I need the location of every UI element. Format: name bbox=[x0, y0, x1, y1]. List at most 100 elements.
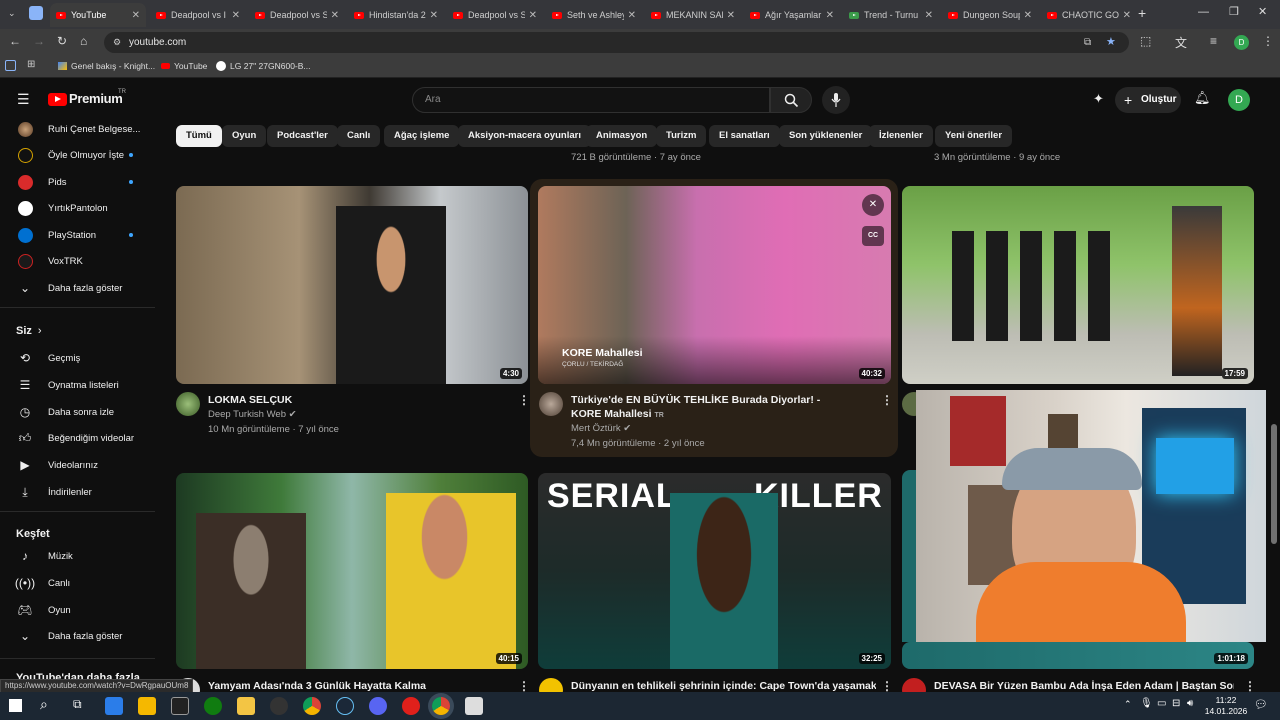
video-title[interactable]: DEVASA Bir Yüzen Bambu Ada İnşa Eden Ada… bbox=[934, 679, 1234, 693]
tab[interactable]: CHAOTIC GOD✕ bbox=[1041, 3, 1137, 27]
app-icon[interactable] bbox=[465, 697, 483, 715]
new-tab-icon[interactable]: + bbox=[1138, 5, 1146, 21]
search-icon[interactable]: ⌕ bbox=[40, 696, 48, 713]
profile-avatar[interactable]: D bbox=[1234, 35, 1249, 50]
store-icon[interactable] bbox=[138, 697, 156, 715]
hamburger-menu-icon[interactable]: ☰ bbox=[17, 91, 30, 108]
search-button[interactable] bbox=[770, 87, 812, 113]
video-title[interactable]: Dünyanın en tehlikeli şehrinin içinde: C… bbox=[571, 679, 876, 693]
premium-logo[interactable]: Premium bbox=[69, 91, 123, 106]
sidebar-item-liked[interactable]: 👍︎ Beğendiğim videolar bbox=[0, 425, 155, 451]
chip-all[interactable]: Tümü bbox=[176, 125, 222, 147]
page-scrollbar[interactable] bbox=[1271, 424, 1277, 544]
opera-icon[interactable] bbox=[402, 697, 420, 715]
chip[interactable]: Ağaç işleme bbox=[384, 125, 460, 147]
channel-avatar[interactable] bbox=[539, 392, 563, 416]
chip[interactable]: Animasyon bbox=[586, 125, 658, 147]
sidebar-channel[interactable]: PlayStation bbox=[0, 222, 155, 248]
chip[interactable]: El sanatları bbox=[709, 125, 780, 147]
sidebar-item-playlists[interactable]: ☰ Oynatma listeleri bbox=[0, 372, 155, 398]
chip[interactable]: İzlenenler bbox=[869, 125, 933, 147]
steam-icon[interactable] bbox=[336, 697, 354, 715]
install-icon[interactable]: ⧉ bbox=[1084, 32, 1091, 53]
video-thumbnail[interactable]: 40:15 bbox=[176, 473, 528, 669]
tab-search-icon[interactable]: ⌄ bbox=[8, 8, 16, 19]
search-input[interactable]: Ara bbox=[412, 87, 770, 113]
account-avatar[interactable]: D bbox=[1228, 89, 1250, 111]
sidebar-panel-icon[interactable] bbox=[5, 60, 16, 71]
volume-icon[interactable]: 🔊︎ bbox=[1187, 698, 1193, 709]
windows-start-icon[interactable] bbox=[9, 699, 22, 712]
edge-icon[interactable] bbox=[105, 697, 123, 715]
video-thumbnail[interactable]: 4:30 bbox=[176, 186, 528, 384]
chip[interactable]: Son yüklenenler bbox=[779, 125, 873, 147]
channel-name[interactable]: Deep Turkish Web ✔ bbox=[208, 409, 297, 420]
more-options-icon[interactable]: ⋮ bbox=[881, 393, 893, 407]
tab[interactable]: Trend - Turnu ✕ bbox=[843, 3, 939, 27]
section-heading-you[interactable]: Siz › bbox=[16, 325, 42, 337]
more-options-icon[interactable]: ⋮ bbox=[518, 679, 530, 693]
minimize-icon[interactable]: — bbox=[1198, 6, 1209, 18]
voice-search-button[interactable] bbox=[822, 86, 850, 114]
tab[interactable]: Hindistan'da 2 ✕ bbox=[348, 3, 444, 27]
xbox-icon[interactable] bbox=[204, 697, 222, 715]
clock-time[interactable]: 11:22 bbox=[1208, 695, 1244, 705]
chip[interactable]: Oyun bbox=[222, 125, 267, 147]
youtube-logo-icon[interactable] bbox=[48, 93, 67, 106]
bookmark-item[interactable]: LG 27" 27GN600-B... bbox=[216, 61, 311, 71]
captions-icon[interactable]: CC bbox=[862, 226, 884, 246]
tray-expand-icon[interactable]: ⌃ bbox=[1124, 699, 1132, 710]
chip[interactable]: Canlı bbox=[337, 125, 381, 147]
chip[interactable]: Podcast'ler bbox=[267, 125, 338, 147]
notifications-bell-icon[interactable]: 🔔︎ bbox=[1194, 90, 1211, 106]
tab[interactable]: Dungeon Soup ✕ bbox=[942, 3, 1038, 27]
sidebar-show-more[interactable]: ⌄ Daha fazla göster bbox=[0, 623, 155, 649]
tab[interactable]: Ağır Yaşamlar ✕ bbox=[744, 3, 840, 27]
apps-icon[interactable]: ⊞ bbox=[27, 59, 35, 70]
reload-icon[interactable]: ↻ bbox=[57, 34, 67, 48]
tab[interactable]: Deadpool vs I ✕ bbox=[150, 3, 246, 27]
chrome-active-icon[interactable] bbox=[432, 697, 450, 715]
home-icon[interactable]: ⌂ bbox=[80, 34, 87, 48]
extensions-icon[interactable]: ⬚ bbox=[1140, 34, 1151, 48]
sidebar-item-music[interactable]: ♪ Müzik bbox=[0, 543, 155, 569]
create-button[interactable]: + Oluştur bbox=[1115, 87, 1181, 113]
chip[interactable]: Yeni öneriler bbox=[935, 125, 1013, 147]
sidebar-item-watch-later[interactable]: ◷ Daha sonra izle bbox=[0, 399, 155, 425]
sidebar-item-downloads[interactable]: ⤓ İndirilenler bbox=[0, 479, 155, 505]
site-info-icon[interactable]: ⚙ bbox=[113, 32, 121, 53]
sidebar-channel[interactable]: Öyle Olmuyor İşte bbox=[0, 142, 155, 168]
video-thumbnail[interactable]: KORE Mahallesi ÇORLU / TEKİRDAĞ ✕ CC 40:… bbox=[538, 186, 891, 384]
tab[interactable]: Deadpool vs S ✕ bbox=[447, 3, 543, 27]
address-bar[interactable]: ⚙ youtube.com ⧉ ★ bbox=[104, 32, 1129, 53]
forward-icon[interactable]: → bbox=[33, 34, 45, 48]
epic-games-icon[interactable] bbox=[171, 697, 189, 715]
bookmark-item[interactable]: YouTube bbox=[161, 61, 207, 71]
bookmark-item[interactable]: Genel bakış - Knight... bbox=[58, 61, 155, 71]
tab-youtube[interactable]: YouTube ✕ bbox=[50, 3, 146, 27]
more-options-icon[interactable]: ⋮ bbox=[518, 393, 530, 407]
discord-icon[interactable] bbox=[369, 697, 387, 715]
tab[interactable]: MEKANIN SAH ✕ bbox=[645, 3, 741, 27]
back-icon[interactable]: ← bbox=[9, 34, 21, 48]
video-thumbnail[interactable]: 1:01:18 bbox=[902, 642, 1254, 669]
sidebar-show-more[interactable]: ⌄ Daha fazla göster bbox=[0, 275, 155, 301]
sidebar-item-gaming[interactable]: 🎮︎ Oyun bbox=[0, 597, 155, 623]
restore-icon[interactable]: ❐ bbox=[1229, 5, 1239, 18]
mute-icon[interactable]: ✕ bbox=[862, 194, 884, 216]
tab-group-icon[interactable] bbox=[29, 6, 43, 20]
channel-name[interactable]: Mert Öztürk ✔ bbox=[571, 423, 631, 434]
video-title[interactable]: Türkiye'de EN BÜYÜK TEHLİKE Burada Diyor… bbox=[571, 393, 836, 423]
sidebar-channel[interactable]: VoxTRK bbox=[0, 248, 155, 274]
task-view-icon[interactable]: ⧉ bbox=[73, 697, 82, 712]
battery-icon[interactable]: ▭ bbox=[1157, 698, 1166, 709]
tab[interactable]: Seth ve Ashley ✕ bbox=[546, 3, 642, 27]
cast-icon[interactable]: ✦ bbox=[1093, 91, 1104, 107]
sidebar-item-history[interactable]: ⟲ Geçmiş bbox=[0, 345, 155, 371]
menu-icon[interactable]: ⋮ bbox=[1262, 34, 1274, 48]
video-title[interactable]: LOKMA SELÇUK bbox=[208, 393, 498, 407]
more-options-icon[interactable]: ⋮ bbox=[881, 679, 893, 693]
notification-center-icon[interactable]: 💬︎ bbox=[1254, 698, 1268, 711]
chrome-icon[interactable] bbox=[303, 697, 321, 715]
media-icon[interactable]: ≡ bbox=[1210, 34, 1217, 48]
